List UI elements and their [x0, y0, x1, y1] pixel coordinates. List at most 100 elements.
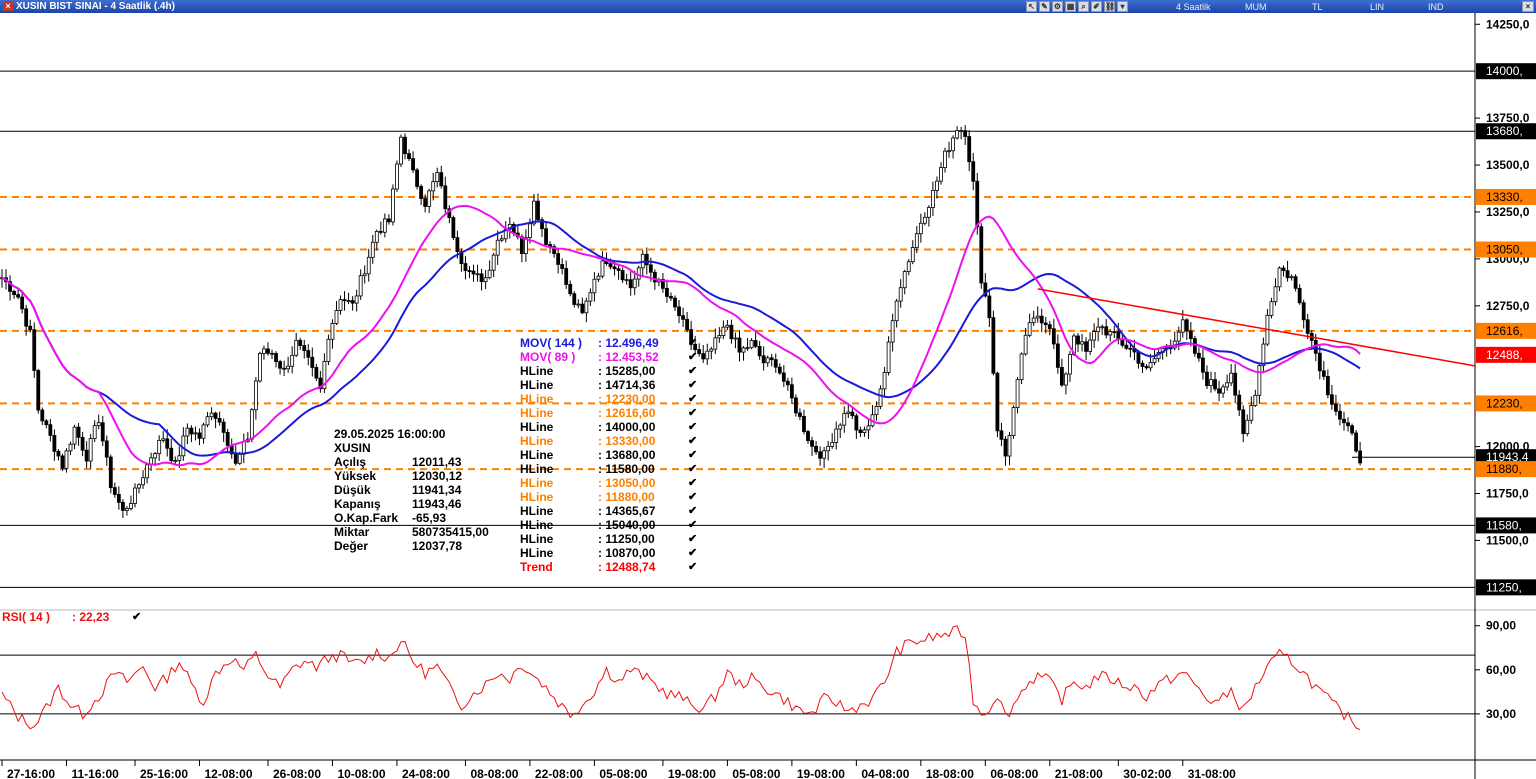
check-icon[interactable]: ✔ [132, 610, 141, 624]
candle-body [991, 317, 996, 374]
candle-body [411, 158, 415, 171]
ohlc-label: Açılış [334, 455, 367, 469]
candle-body [451, 217, 456, 238]
candle-body [1027, 322, 1032, 336]
candle-body [580, 303, 585, 314]
check-icon[interactable]: ✔ [688, 490, 697, 504]
candle-body [652, 271, 657, 283]
candle-body [274, 353, 278, 363]
candle-body [28, 325, 33, 331]
ohlc-label: Kapanış [334, 497, 381, 511]
check-icon[interactable]: ✔ [688, 476, 697, 490]
candle-body [1221, 386, 1225, 394]
candle-body [922, 216, 927, 224]
candle-body [1152, 358, 1157, 363]
candle-body [342, 299, 347, 302]
zoom-icon[interactable]: ⌕ [1078, 1, 1089, 12]
candle-body [213, 412, 218, 419]
link-icon[interactable]: ⛓ [1104, 1, 1115, 12]
check-icon[interactable]: ✔ [688, 532, 697, 546]
check-icon[interactable]: ✔ [688, 350, 697, 364]
check-icon[interactable]: ✔ [688, 434, 697, 448]
candle-body [338, 299, 343, 311]
price-chart[interactable]: 14250,013750,013500,013250,013000,012750… [0, 13, 1536, 779]
candle-body [302, 345, 307, 351]
settings-icon[interactable]: ⚙ [1052, 1, 1063, 12]
draw-icon[interactable]: ✎ [1039, 1, 1050, 12]
candle-body [88, 438, 93, 462]
candle-body [612, 266, 617, 270]
price-tag-label: 11880, [1486, 462, 1522, 476]
candle-body [286, 365, 291, 370]
x-tick-label: 26-08:00 [273, 767, 321, 779]
candle-body [431, 181, 436, 192]
legend-value: : 15285,00 [598, 364, 656, 378]
candle-body [947, 150, 951, 153]
ohlc-label: O.Kap.Fark [334, 511, 399, 525]
price-tag-label: 12616, [1486, 324, 1523, 338]
candle-body [419, 186, 424, 199]
check-icon[interactable]: ✔ [688, 406, 697, 420]
candle-body [1213, 379, 1217, 390]
candle-body [12, 290, 16, 296]
ohlc-value: 12030,12 [412, 469, 463, 483]
close-icon[interactable]: × [3, 1, 13, 11]
candle-body [237, 453, 242, 464]
candle-body [705, 350, 710, 360]
candle-body [399, 136, 403, 165]
candle-body [931, 190, 935, 208]
candle-body [96, 422, 101, 427]
candle-body [1277, 267, 1282, 288]
check-icon[interactable]: ✔ [688, 504, 697, 518]
candle-body [532, 200, 536, 225]
candle-body [258, 353, 262, 382]
window-close-icon[interactable]: × [1522, 1, 1534, 12]
candle-body [108, 456, 113, 489]
rsi-label: RSI( 14 ) [2, 610, 51, 624]
candle-body [121, 501, 125, 511]
legend-row: HLine: 14000,00 ✔ [520, 420, 697, 434]
price-tag-label: 14000, [1486, 64, 1523, 78]
candle-body [1201, 357, 1205, 373]
ohlc-value: -65,93 [412, 511, 447, 525]
check-icon[interactable]: ✔ [688, 336, 697, 350]
check-icon[interactable]: ✔ [688, 448, 697, 462]
candle-body [52, 435, 57, 452]
candle-body [1104, 326, 1109, 336]
candle-body [572, 293, 577, 305]
candle-body [588, 292, 593, 302]
candle-body [914, 233, 919, 248]
legend-value: : 14365,67 [598, 504, 656, 518]
candle-body [1261, 343, 1266, 367]
candle-body [971, 161, 976, 182]
check-icon[interactable]: ✔ [688, 518, 697, 532]
candle-body [798, 412, 802, 417]
check-icon[interactable]: ✔ [688, 420, 697, 434]
indicator-legend: MOV( 144 ): 12.496,49 ✔ MOV( 89 ): 12.453,… [520, 336, 697, 574]
candle-body [386, 218, 391, 223]
cursor-icon[interactable]: ↖ [1026, 1, 1037, 12]
check-icon[interactable]: ✔ [688, 364, 697, 378]
price-tag-label: 12230, [1486, 396, 1523, 410]
candle-body [1043, 322, 1048, 326]
check-icon[interactable]: ✔ [688, 462, 697, 476]
candle-body [1064, 373, 1068, 386]
check-icon[interactable]: ✔ [688, 378, 697, 392]
x-tick-label: 19-08:00 [668, 767, 716, 779]
check-icon[interactable]: ✔ [688, 560, 697, 574]
candle-body [415, 169, 419, 187]
layout-icon[interactable]: ▦ [1065, 1, 1076, 12]
ohlc-symbol: XUSIN [334, 441, 371, 455]
check-icon[interactable]: ✔ [688, 546, 697, 560]
candle-body [443, 185, 448, 210]
candle-body [1334, 403, 1338, 412]
chevron-down-icon[interactable]: ▾ [1117, 1, 1128, 12]
candle-body [866, 425, 871, 431]
candle-body [129, 503, 133, 509]
check-icon[interactable]: ✔ [688, 392, 697, 406]
candle-body [350, 300, 355, 304]
candle-body [374, 230, 379, 243]
candle-body [20, 296, 25, 310]
pencil-icon[interactable]: ✐ [1091, 1, 1102, 12]
candle-body [157, 439, 162, 455]
